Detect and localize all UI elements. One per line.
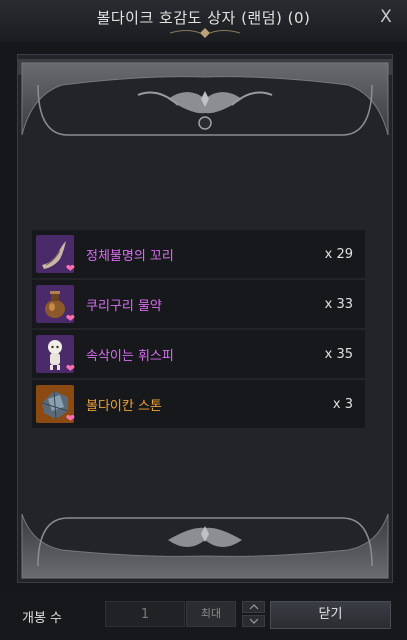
potion-icon: ❤ — [36, 285, 75, 325]
reward-list: ❤ 정체불명의 꼬리 x 29 ❤ 쿠리구리 물약 x 33 ❤ 속삭이는 휘스… — [32, 230, 365, 430]
item-name: 볼다이칸 스톤 — [86, 398, 162, 414]
decrement-button[interactable] — [242, 615, 265, 627]
item-quantity: x 35 — [324, 346, 353, 362]
increment-button[interactable] — [242, 601, 265, 613]
item-quantity: x 3 — [332, 396, 353, 412]
list-item[interactable]: ❤ 정체불명의 꼬리 x 29 — [32, 230, 365, 278]
close-button[interactable]: 닫기 — [270, 601, 391, 629]
heart-icon: ❤ — [65, 312, 75, 325]
title-ornament — [170, 28, 240, 38]
footer-bar: 개봉 수 1 최대 닫기 — [0, 594, 407, 640]
item-name: 쿠리구리 물약 — [86, 298, 162, 314]
item-quantity: x 29 — [324, 246, 353, 262]
item-quantity: x 33 — [324, 296, 353, 312]
bottom-ornament — [21, 513, 389, 579]
open-count-label: 개봉 수 — [22, 611, 63, 626]
item-name: 정체불명의 꼬리 — [86, 248, 174, 264]
quantity-input[interactable]: 1 — [105, 601, 185, 627]
list-item[interactable]: ❤ 쿠리구리 물약 x 33 — [32, 280, 365, 328]
max-button[interactable]: 최대 — [186, 601, 236, 627]
top-ornament — [18, 59, 392, 136]
whispy-icon: ❤ — [36, 335, 75, 375]
heart-icon: ❤ — [65, 362, 75, 375]
list-item[interactable]: ❤ 속삭이는 휘스피 x 35 — [32, 330, 365, 378]
close-x-button[interactable]: X — [375, 6, 397, 28]
heart-icon: ❤ — [65, 262, 75, 275]
title-bar: 볼다이크 호감도 상자 (랜덤) (0) X — [0, 0, 407, 42]
chevron-up-icon — [249, 604, 259, 610]
chevron-down-icon — [249, 618, 259, 624]
item-panel: ❤ 정체불명의 꼬리 x 29 ❤ 쿠리구리 물약 x 33 ❤ 속삭이는 휘스… — [17, 54, 393, 583]
window-title: 볼다이크 호감도 상자 (랜덤) (0) — [96, 9, 311, 27]
stone-icon: ❤ — [36, 385, 75, 425]
item-name: 속삭이는 휘스피 — [86, 348, 174, 364]
tail-icon: ❤ — [36, 235, 75, 275]
list-item[interactable]: ❤ 볼다이칸 스톤 x 3 — [32, 380, 365, 428]
heart-icon: ❤ — [65, 412, 75, 425]
